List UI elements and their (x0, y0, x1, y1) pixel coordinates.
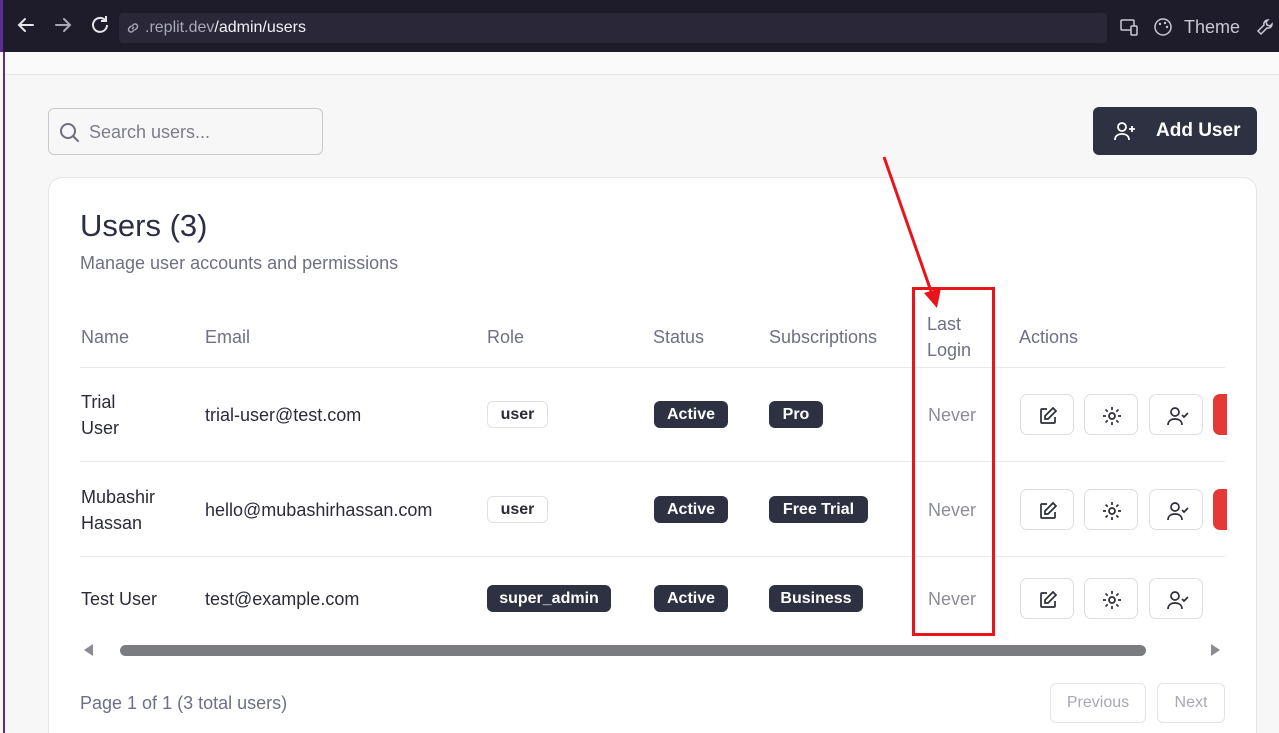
row2-name-line1: Mubashir (81, 487, 156, 507)
row1-role-badge: user (487, 401, 548, 428)
search-icon (60, 123, 79, 142)
row1-name-line1: Trial (81, 392, 116, 412)
app-page: Add User Users (3) Manage user accounts … (3, 52, 1279, 733)
row2-status-badge: Active (654, 496, 728, 523)
page-subtitle: Manage user accounts and permissions (80, 253, 399, 273)
add-user-button[interactable]: Add User (1093, 107, 1257, 155)
row2-role-badge: user (487, 496, 548, 523)
horizontal-scrollbar[interactable] (80, 640, 1225, 660)
edit-icon (1040, 406, 1058, 424)
header-actions: Actions (1019, 327, 1079, 347)
forward-arrow-icon[interactable] (52, 14, 74, 36)
edit-icon (1040, 501, 1058, 519)
link-icon (127, 23, 139, 33)
pagination-info: Page 1 of 1 (3 total users) (80, 693, 288, 713)
add-user-label: Add User (1156, 120, 1241, 141)
row3-edit-button[interactable] (1020, 578, 1074, 619)
header-name: Name (81, 327, 130, 347)
divider (80, 556, 1225, 557)
row3-email: test@example.com (205, 589, 360, 609)
row1-edit-button[interactable] (1020, 394, 1074, 435)
address-bar[interactable]: .replit.dev/admin/users (119, 13, 1107, 43)
row1-email: trial-user@test.com (205, 405, 362, 425)
row2-name-line2: Hassan (81, 513, 143, 533)
gear-icon (1103, 502, 1121, 520)
gear-icon (1103, 407, 1121, 425)
header-email: Email (205, 327, 251, 347)
search-input[interactable] (89, 119, 314, 145)
row2-delete-button[interactable] (1213, 489, 1227, 530)
row2-settings-button[interactable] (1084, 489, 1138, 530)
row1-status-badge: Active (654, 401, 728, 428)
scroll-thumb[interactable] (120, 645, 1146, 656)
row1-delete-button[interactable] (1213, 394, 1227, 435)
row3-user-check-button[interactable] (1149, 578, 1203, 619)
page-title: Users (3) (80, 208, 208, 243)
scroll-right-icon[interactable] (1211, 644, 1220, 656)
row3-name: Test User (81, 589, 158, 609)
row2-email: hello@mubashirhassan.com (205, 500, 433, 520)
row1-name-line2: User (81, 418, 120, 438)
edit-icon (1040, 590, 1058, 608)
browser-toolbar: .replit.dev/admin/users Theme (0, 0, 1279, 52)
user-check-icon (1167, 502, 1189, 521)
gear-icon (1103, 591, 1121, 609)
url-text: .replit.dev/admin/users (145, 19, 306, 36)
row2-subscription-badge: Free Trial (769, 496, 868, 523)
row3-role-badge: super_admin (487, 585, 611, 612)
header-strip (5, 52, 1279, 75)
row2-user-check-button[interactable] (1149, 489, 1203, 530)
next-button[interactable]: Next (1157, 683, 1225, 723)
divider (80, 461, 1225, 462)
palette-icon[interactable] (1153, 17, 1173, 37)
annotation-highlight-box (912, 287, 995, 636)
previous-button[interactable]: Previous (1050, 683, 1146, 723)
header-subscriptions: Subscriptions (769, 327, 878, 347)
divider (80, 367, 1225, 368)
header-status: Status (653, 327, 705, 347)
row3-status-badge: Active (654, 585, 728, 612)
user-plus-icon (1114, 122, 1135, 141)
scroll-left-icon[interactable] (84, 644, 93, 656)
wrench-icon[interactable] (1255, 17, 1275, 37)
reload-icon[interactable] (89, 14, 111, 36)
header-role: Role (487, 327, 525, 347)
theme-label[interactable]: Theme (1184, 17, 1240, 38)
user-check-icon (1167, 407, 1189, 426)
row2-edit-button[interactable] (1020, 489, 1074, 530)
row1-settings-button[interactable] (1084, 394, 1138, 435)
back-arrow-icon[interactable] (15, 14, 37, 36)
row1-subscription-badge: Pro (769, 401, 823, 428)
row3-subscription-badge: Business (769, 585, 863, 612)
row3-settings-button[interactable] (1084, 578, 1138, 619)
user-check-icon (1167, 591, 1189, 610)
search-box[interactable] (48, 108, 323, 155)
row1-user-check-button[interactable] (1149, 394, 1203, 435)
users-card: Users (3) Manage user accounts and permi… (48, 177, 1257, 733)
devices-icon[interactable] (1119, 17, 1139, 37)
